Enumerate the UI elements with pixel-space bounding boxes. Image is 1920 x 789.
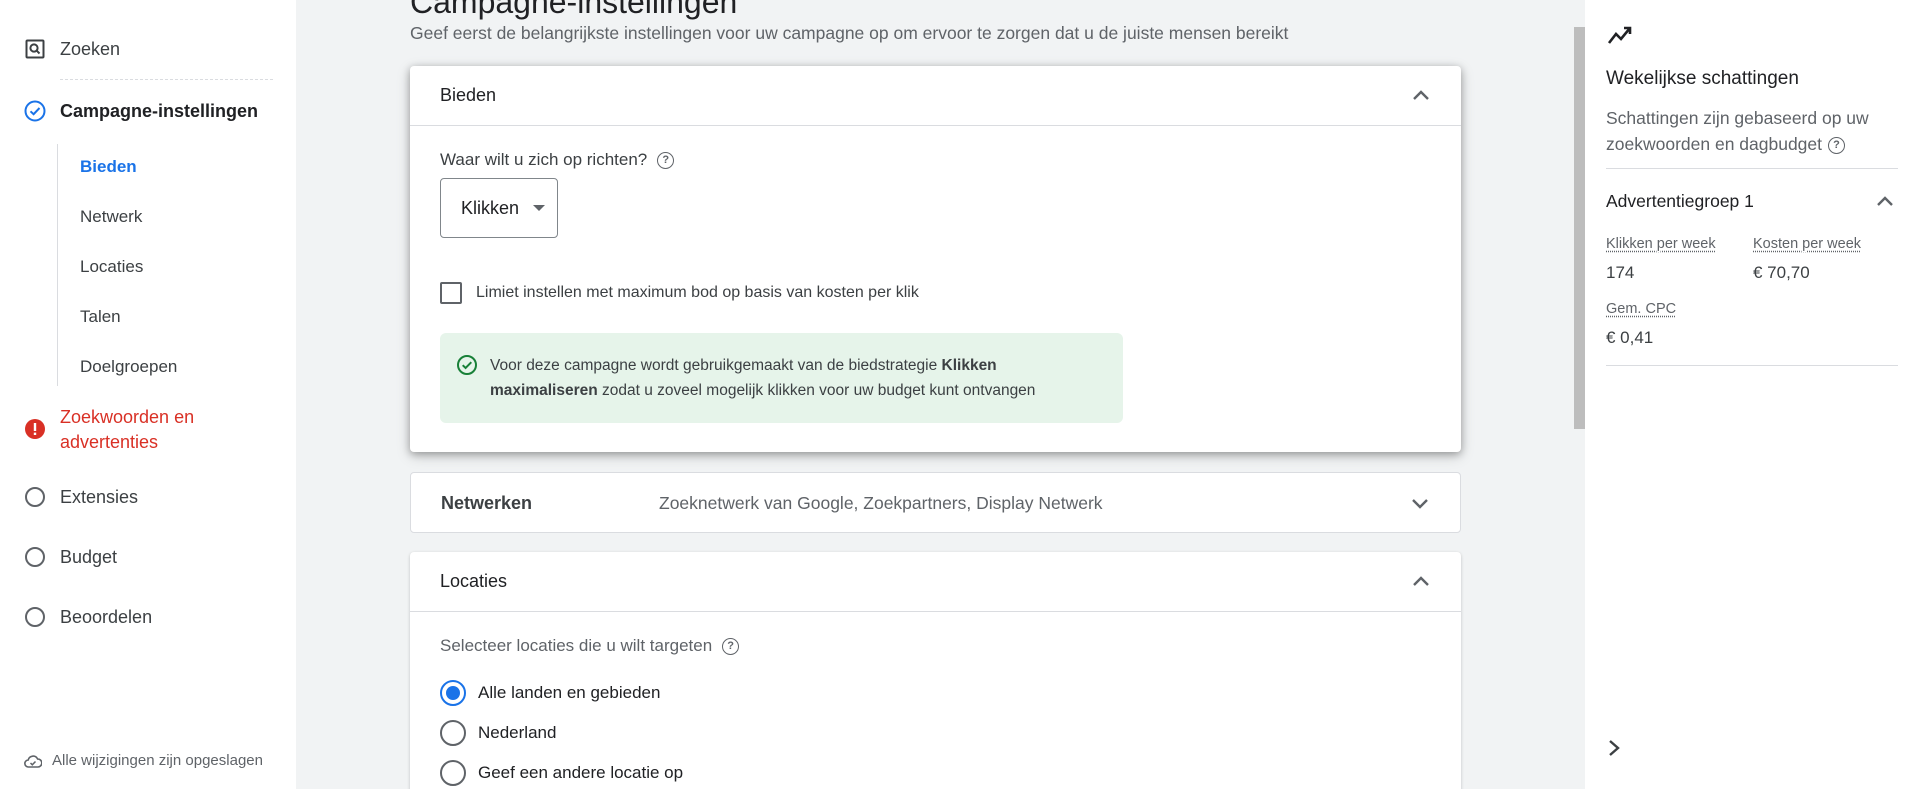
bidding-question: Waar wilt u zich op richten? ? bbox=[440, 150, 674, 170]
sidebar-subitem-bieden[interactable]: Bieden bbox=[80, 157, 137, 177]
focus-select-value: Klikken bbox=[461, 198, 519, 219]
empty-circle-icon bbox=[24, 546, 46, 568]
estimates-panel: Wekelijkse schattingen Schattingen zijn … bbox=[1585, 0, 1920, 789]
help-icon[interactable]: ? bbox=[657, 152, 674, 169]
networks-card-title: Netwerken bbox=[441, 493, 532, 514]
chevron-up-icon[interactable] bbox=[1409, 570, 1433, 594]
locations-card: Locaties Selecteer locaties die u wilt t… bbox=[410, 552, 1461, 789]
bid-strategy-info: Voor deze campagne wordt gebruikgemaakt … bbox=[440, 333, 1123, 423]
trending-icon bbox=[1607, 24, 1633, 46]
cost-per-week-label[interactable]: Kosten per week bbox=[1753, 236, 1861, 252]
clicks-per-week-value: 174 bbox=[1606, 263, 1634, 283]
location-option-other[interactable]: Geef een andere locatie op bbox=[440, 760, 683, 786]
bidding-card-header[interactable]: Bieden bbox=[410, 66, 1461, 126]
sidebar-item-extensies[interactable]: Extensies bbox=[24, 486, 138, 508]
estimates-title: Wekelijkse schattingen bbox=[1606, 68, 1799, 90]
cloud-done-icon bbox=[24, 754, 42, 768]
check-circle-icon bbox=[24, 100, 46, 122]
sidebar-item-beoordelen[interactable]: Beoordelen bbox=[24, 606, 152, 628]
radio-unselected[interactable] bbox=[440, 760, 466, 786]
bidding-card: Bieden Waar wilt u zich op richten? ? Kl… bbox=[410, 66, 1461, 452]
location-option-label: Alle landen en gebieden bbox=[478, 683, 660, 703]
location-option-nederland[interactable]: Nederland bbox=[440, 720, 556, 746]
avg-cpc-label[interactable]: Gem. CPC bbox=[1606, 301, 1676, 317]
empty-circle-icon bbox=[24, 486, 46, 508]
divider bbox=[1606, 168, 1898, 169]
sidebar-item-label: Campagne-instellingen bbox=[60, 101, 258, 122]
info-text-suffix: zodat u zoveel mogelijk klikken voor uw … bbox=[598, 382, 1036, 399]
sidebar-item-label: Zoekwoorden en advertenties bbox=[60, 405, 220, 455]
bidding-question-text: Waar wilt u zich op richten? bbox=[440, 150, 647, 170]
sidebar-item-label: Zoeken bbox=[60, 39, 120, 60]
cost-per-week-value: € 70,70 bbox=[1753, 263, 1810, 283]
dropdown-caret-icon bbox=[533, 205, 545, 211]
networks-card-header[interactable]: Netwerken Zoeknetwerk van Google, Zoekpa… bbox=[411, 473, 1460, 533]
divider bbox=[1606, 365, 1898, 366]
locations-prompt-text: Selecteer locaties die u wilt targeten bbox=[440, 636, 712, 656]
networks-card: Netwerken Zoeknetwerk van Google, Zoekpa… bbox=[410, 472, 1461, 533]
radio-unselected[interactable] bbox=[440, 720, 466, 746]
max-cpc-limit-label: Limiet instellen met maximum bod op basi… bbox=[476, 284, 919, 302]
sidebar-divider bbox=[60, 79, 273, 80]
sidebar-subitem-doelgroepen[interactable]: Doelgroepen bbox=[80, 357, 177, 377]
avg-cpc-value: € 0,41 bbox=[1606, 328, 1653, 348]
sidebar-subitem-talen[interactable]: Talen bbox=[80, 307, 121, 327]
info-text-prefix: Voor deze campagne wordt gebruikgemaakt … bbox=[490, 357, 942, 374]
chevron-down-icon[interactable] bbox=[1408, 491, 1432, 515]
sidebar-item-zoekwoorden[interactable]: Zoekwoorden en advertenties bbox=[24, 405, 220, 455]
bidding-card-title: Bieden bbox=[440, 85, 496, 106]
error-icon bbox=[24, 418, 46, 440]
radio-selected[interactable] bbox=[440, 680, 466, 706]
chevron-up-icon[interactable] bbox=[1409, 84, 1433, 108]
max-cpc-limit-checkbox[interactable] bbox=[440, 282, 462, 304]
sidebar-subitem-netwerk[interactable]: Netwerk bbox=[80, 207, 142, 227]
check-circle-icon bbox=[456, 354, 478, 384]
help-icon[interactable]: ? bbox=[722, 638, 739, 655]
empty-circle-icon bbox=[24, 606, 46, 628]
locations-prompt: Selecteer locaties die u wilt targeten ? bbox=[440, 636, 739, 656]
locations-card-title: Locaties bbox=[440, 571, 507, 592]
chevron-right-icon[interactable] bbox=[1603, 736, 1625, 760]
page-title: Campagne-instellingen bbox=[410, 0, 737, 21]
saved-status-text: Alle wijzigingen zijn opgeslagen bbox=[52, 752, 263, 769]
sidebar-subitem-locaties[interactable]: Locaties bbox=[80, 257, 143, 277]
location-option-label: Nederland bbox=[478, 723, 556, 743]
sidebar: Zoeken Campagne-instellingen Bieden Netw… bbox=[0, 0, 296, 789]
sidebar-item-budget[interactable]: Budget bbox=[24, 546, 117, 568]
main-scrollbar-thumb[interactable] bbox=[1574, 27, 1585, 429]
sidebar-subnav-line bbox=[57, 144, 58, 386]
sidebar-item-label: Extensies bbox=[60, 487, 138, 508]
page-subtitle: Geef eerst de belangrijkste instellingen… bbox=[410, 23, 1288, 44]
networks-summary: Zoeknetwerk van Google, Zoekpartners, Di… bbox=[659, 493, 1103, 514]
help-icon[interactable]: ? bbox=[1828, 137, 1845, 154]
locations-card-header[interactable]: Locaties bbox=[410, 552, 1461, 612]
location-option-all[interactable]: Alle landen en gebieden bbox=[440, 680, 660, 706]
ad-group-toggle[interactable]: Advertentiegroep 1 bbox=[1606, 191, 1754, 212]
sidebar-item-campagne-instellingen[interactable]: Campagne-instellingen bbox=[24, 100, 258, 122]
clicks-per-week-label[interactable]: Klikken per week bbox=[1606, 236, 1716, 252]
max-cpc-limit-row: Limiet instellen met maximum bod op basi… bbox=[440, 282, 919, 304]
saved-status: Alle wijzigingen zijn opgeslagen bbox=[24, 752, 263, 769]
search-box-icon bbox=[24, 38, 46, 60]
focus-select[interactable]: Klikken bbox=[440, 178, 558, 238]
estimates-description: Schattingen zijn gebaseerd op uw zoekwoo… bbox=[1606, 105, 1906, 157]
sidebar-item-zoeken[interactable]: Zoeken bbox=[24, 38, 120, 60]
sidebar-item-label: Budget bbox=[60, 547, 117, 568]
chevron-up-icon[interactable] bbox=[1873, 190, 1897, 214]
sidebar-item-label: Beoordelen bbox=[60, 607, 152, 628]
location-option-label: Geef een andere locatie op bbox=[478, 763, 683, 783]
